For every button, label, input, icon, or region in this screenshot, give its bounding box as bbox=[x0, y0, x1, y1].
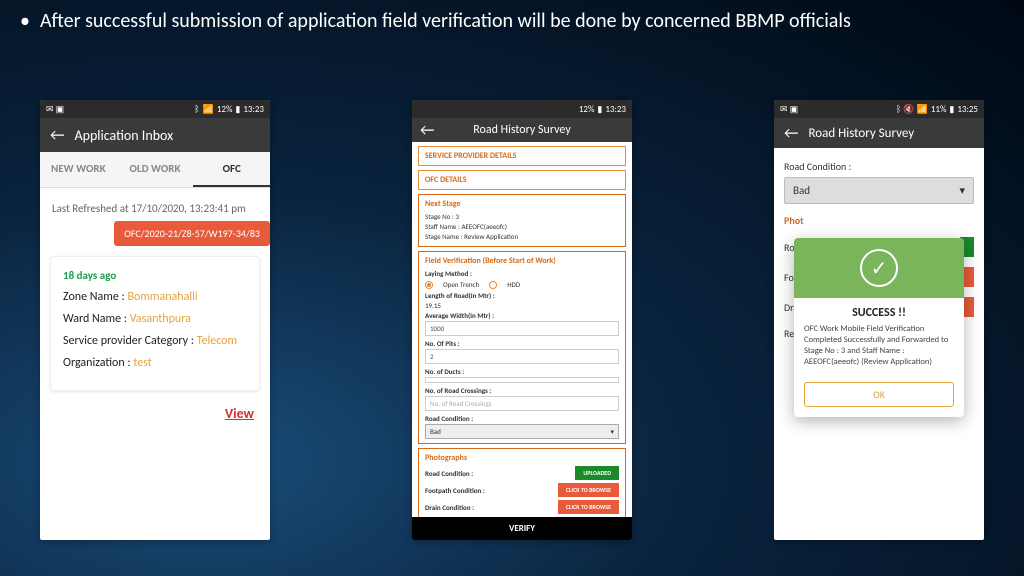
ok-button[interactable]: OK bbox=[804, 382, 954, 407]
battery-pct: 12% bbox=[217, 104, 233, 115]
dialog-body: OFC Work Mobile Field Verification Compl… bbox=[794, 324, 964, 376]
length-value: 19.15 bbox=[425, 301, 619, 310]
row-category: Service provider Category : Telecom bbox=[63, 334, 247, 348]
section-service[interactable]: SERVICE PROVIDER DETAILS bbox=[418, 146, 626, 166]
phone-inbox: ✉ ▣ ᛒ 📶 12% ▮ 13:23 ← Application Inbox … bbox=[40, 100, 270, 540]
survey-body: Road Condition : Bad▾ Phot Roa Foot Con … bbox=[774, 148, 984, 540]
app-bar: ← Application Inbox bbox=[40, 118, 270, 152]
tabs: NEW WORK OLD WORK OFC bbox=[40, 152, 270, 188]
stage-name: Stage Name : Review Application bbox=[425, 232, 619, 241]
check-circle-icon: ✓ bbox=[860, 249, 898, 287]
photo-drain-label: Drain Condition : bbox=[425, 503, 474, 512]
tab-ofc[interactable]: OFC bbox=[193, 152, 270, 187]
crossings-label: No. of Road Crossings : bbox=[425, 386, 491, 395]
phone-survey-form: 12% ▮ 13:23 ← Road History Survey SERVIC… bbox=[412, 100, 632, 540]
app-title: Application Inbox bbox=[74, 127, 173, 144]
last-refreshed: Last Refreshed at 17/10/2020, 13:23:41 p… bbox=[40, 188, 270, 221]
length-label: Length of Road(In Mtr) : bbox=[425, 291, 495, 300]
photo-footpath-label: Footpath Condition : bbox=[425, 486, 485, 495]
width-input[interactable]: 1000 bbox=[425, 321, 619, 336]
clock: 13:25 bbox=[957, 104, 978, 115]
next-stage-title: Next Stage bbox=[425, 199, 619, 209]
status-left: ✉ ▣ bbox=[46, 104, 64, 115]
app-id-pill[interactable]: OFC/2020-21/Z8-57/W197-34/83 bbox=[114, 221, 270, 246]
photos-cut: Phot bbox=[784, 214, 974, 227]
back-icon[interactable]: ← bbox=[50, 126, 64, 145]
status-bar: ✉ ▣ ᛒ 🔇 📶 11% ▮ 13:25 bbox=[774, 100, 984, 118]
road-cond-select[interactable]: Bad▾ bbox=[784, 177, 974, 204]
field-verif-title: Field Verification (Before Start of Work… bbox=[425, 256, 619, 266]
battery-pct: 11% bbox=[931, 104, 947, 115]
uploaded-button[interactable]: UPLOADED bbox=[575, 466, 619, 480]
stage-no: Stage No : 3 bbox=[425, 212, 619, 221]
app-bar: ← Road History Survey bbox=[412, 118, 632, 142]
tab-new-work[interactable]: NEW WORK bbox=[40, 152, 117, 187]
status-bar: ✉ ▣ ᛒ 📶 12% ▮ 13:23 bbox=[40, 100, 270, 118]
clock: 13:23 bbox=[243, 104, 264, 115]
box-field-verif: Field Verification (Before Start of Work… bbox=[418, 251, 626, 444]
pits-label: No. Of Pits : bbox=[425, 339, 460, 348]
app-bar: ← Road History Survey bbox=[774, 118, 984, 148]
ducts-label: No. of Ducts : bbox=[425, 367, 464, 376]
row-zone: Zone Name : Bommanahalli bbox=[63, 290, 247, 304]
browse-drain-button[interactable]: CLICK TO BROWSE bbox=[558, 500, 619, 514]
road-cond-label: Road Condition : bbox=[425, 414, 473, 423]
app-title: Road History Survey bbox=[473, 123, 571, 137]
crossings-input[interactable]: No. of Road Crossings bbox=[425, 396, 619, 411]
application-card[interactable]: 18 days ago Zone Name : Bommanahalli War… bbox=[50, 256, 260, 391]
screenshots-row: ✉ ▣ ᛒ 📶 12% ▮ 13:23 ← Application Inbox … bbox=[40, 100, 984, 566]
back-icon[interactable]: ← bbox=[784, 124, 798, 143]
days-ago: 18 days ago bbox=[63, 269, 247, 282]
wifi-icon: 📶 bbox=[203, 104, 214, 115]
verify-button[interactable]: VERIFY bbox=[412, 517, 632, 540]
phone-success: ✉ ▣ ᛒ 🔇 📶 11% ▮ 13:25 ← Road History Sur… bbox=[774, 100, 984, 540]
dialog-title: SUCCESS !! bbox=[794, 298, 964, 324]
bullet-text: After successful submission of applicati… bbox=[40, 8, 851, 34]
back-icon[interactable]: ← bbox=[420, 121, 434, 140]
width-label: Average Width(In Mtr) : bbox=[425, 311, 494, 320]
photo-road-label: Road Condition : bbox=[425, 469, 473, 478]
chevron-down-icon: ▾ bbox=[959, 184, 965, 197]
photos-title: Photographs bbox=[425, 453, 619, 463]
pits-input[interactable]: 2 bbox=[425, 349, 619, 364]
battery-icon: ▮ bbox=[235, 104, 240, 115]
status-right: ᛒ 📶 12% ▮ 13:23 bbox=[194, 104, 264, 115]
row-org: Organization : test bbox=[63, 356, 247, 370]
chevron-down-icon: ▾ bbox=[610, 427, 614, 436]
road-cond-select[interactable]: Bad▾ bbox=[425, 424, 619, 439]
road-cond-label: Road Condition : bbox=[784, 160, 974, 173]
radio-open-trench[interactable] bbox=[425, 281, 433, 289]
dialog-header: ✓ bbox=[794, 238, 964, 298]
view-link[interactable]: View bbox=[40, 401, 270, 430]
app-title: Road History Survey bbox=[808, 126, 914, 141]
status-bar: 12% ▮ 13:23 bbox=[412, 100, 632, 118]
success-dialog: ✓ SUCCESS !! OFC Work Mobile Field Verif… bbox=[794, 238, 964, 417]
browse-footpath-button[interactable]: CLICK TO BROWSE bbox=[558, 483, 619, 497]
box-next-stage: Next Stage Stage No : 3 Staff Name : AEE… bbox=[418, 194, 626, 247]
clock: 13:23 bbox=[605, 104, 626, 115]
tab-old-work[interactable]: OLD WORK bbox=[117, 152, 194, 187]
laying-label: Laying Method : bbox=[425, 269, 472, 278]
bullet-dot: • bbox=[20, 8, 30, 34]
radio-hdd[interactable] bbox=[489, 281, 497, 289]
section-ofc[interactable]: OFC DETAILS bbox=[418, 170, 626, 190]
ducts-input[interactable] bbox=[425, 377, 619, 383]
staff-name: Staff Name : AEEOFC(aeeofc) bbox=[425, 222, 619, 231]
slide-bullet: • After successful submission of applica… bbox=[20, 8, 1004, 34]
battery-pct: 12% bbox=[579, 104, 595, 115]
row-ward: Ward Name : Vasanthpura bbox=[63, 312, 247, 326]
bluetooth-icon: ᛒ bbox=[194, 104, 199, 115]
